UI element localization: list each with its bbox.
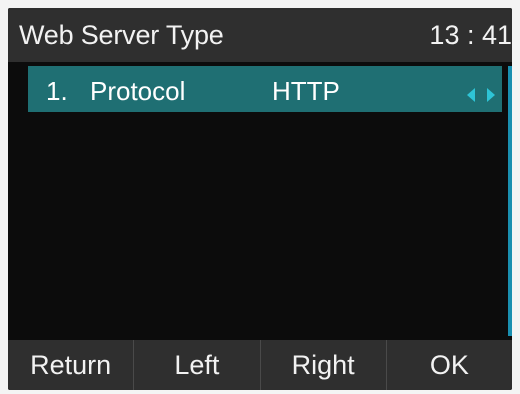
clock: 13 : 41: [429, 20, 512, 50]
phone-screen: Web Server Type 13 : 41 1. Protocol HTTP…: [8, 8, 512, 390]
page-title: Web Server Type: [19, 20, 224, 50]
settings-list: 1. Protocol HTTP: [8, 62, 512, 340]
right-button[interactable]: Right: [259, 340, 386, 390]
list-item-index: 1.: [46, 76, 68, 106]
ok-button[interactable]: OK: [385, 340, 512, 390]
list-item-value: HTTP: [272, 76, 340, 106]
list-item-label: Protocol: [90, 76, 186, 106]
left-right-arrows-icon[interactable]: [464, 80, 500, 102]
softkey-bar: Return Left Right OK: [8, 340, 512, 390]
title-bar: Web Server Type 13 : 41: [8, 8, 512, 62]
left-button[interactable]: Left: [133, 340, 259, 390]
scrollbar[interactable]: [508, 66, 512, 336]
return-button[interactable]: Return: [8, 340, 133, 390]
list-item-protocol[interactable]: 1. Protocol HTTP: [28, 66, 502, 112]
